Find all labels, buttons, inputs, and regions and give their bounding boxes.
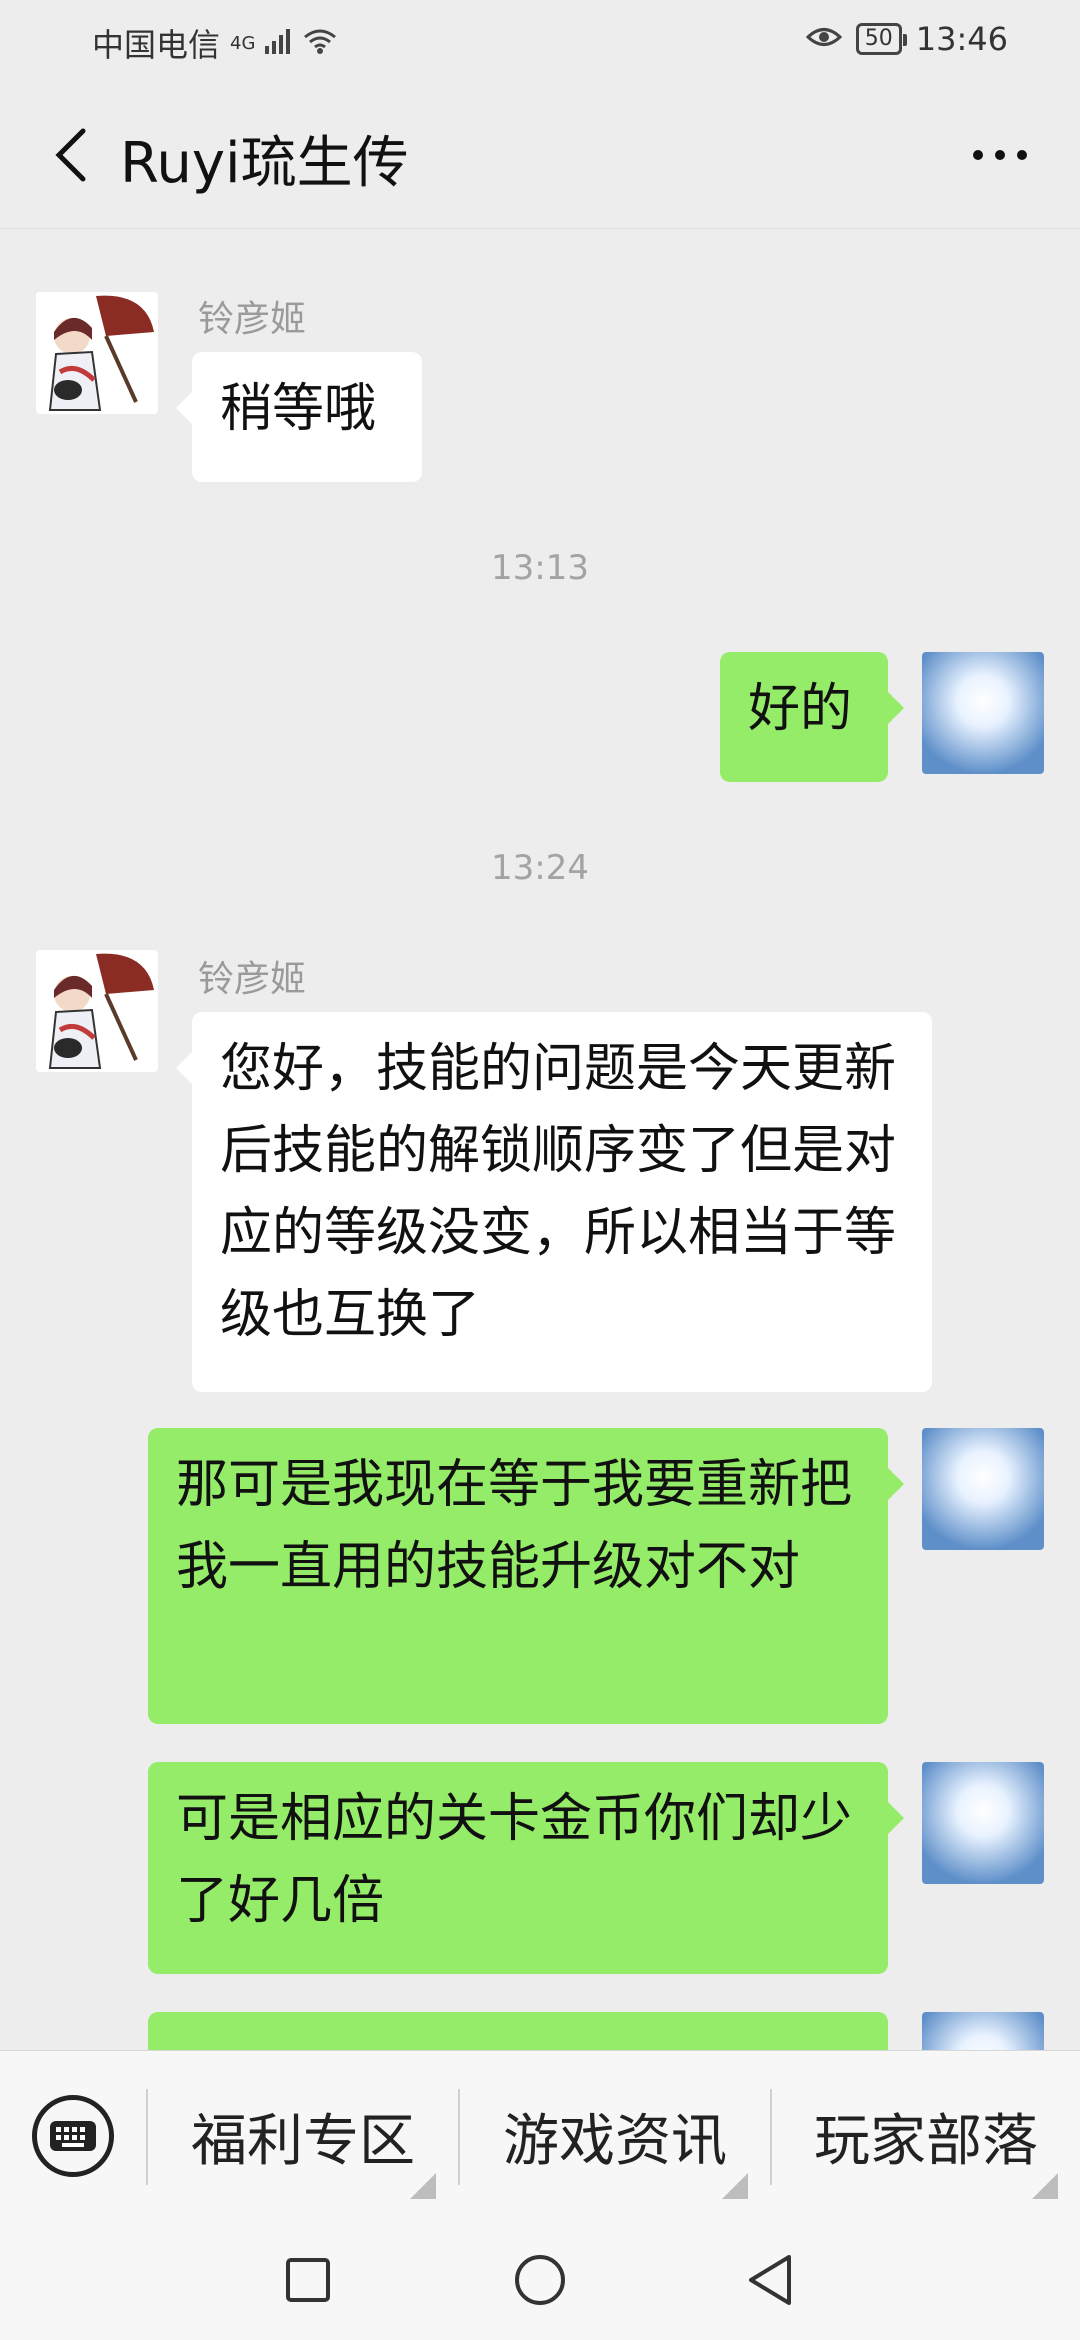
message-bubble-received[interactable]: 您好，技能的问题是今天更新后技能的解锁顺序变了但是对应的等级没变，所以相当于等级…: [176, 1012, 932, 1392]
chat-title: Ruyi琉生传: [120, 131, 409, 196]
chat-header: Ruyi琉生传: [0, 80, 1080, 229]
carrier-label: 中国电信: [92, 26, 221, 64]
message-bubble-sent[interactable]: 可是相应的关卡金币你们却少了好几倍: [148, 1762, 904, 1974]
signal-icon: [265, 24, 293, 62]
status-bar: 中国电信 4G 50 13:46: [0, 0, 1080, 80]
clock: 13:46: [915, 20, 1008, 58]
sender-name: 铃彦姬: [198, 299, 307, 340]
menu-item-welfare[interactable]: 福利专区: [148, 2051, 458, 2221]
more-dots-icon: [973, 150, 1027, 160]
my-avatar[interactable]: [922, 2012, 1044, 2050]
keyboard-toggle-button[interactable]: [32, 2095, 114, 2177]
sender-name: 铃彦姬: [198, 959, 307, 1000]
back-nav-button[interactable]: [740, 2250, 800, 2310]
eye-icon: [805, 20, 842, 58]
square-icon: [286, 2258, 330, 2302]
message-bubble-sent[interactable]: 好的: [720, 652, 904, 782]
message-bubble-sent-partial[interactable]: [148, 2012, 888, 2050]
timestamp: 13:13: [491, 548, 589, 588]
message-bubble-received[interactable]: 稍等哦: [176, 352, 422, 482]
home-button[interactable]: [510, 2250, 570, 2310]
menu-item-label: 游戏资讯: [503, 2108, 727, 2174]
circle-icon: [515, 2255, 565, 2305]
system-navigation-bar: [0, 2220, 1080, 2340]
my-avatar[interactable]: [922, 1762, 1044, 1884]
submenu-indicator-icon: [410, 2173, 436, 2199]
timestamp: 13:24: [491, 848, 589, 888]
chevron-left-icon: [55, 128, 86, 182]
message-bubble-sent[interactable]: 那可是我现在等于我要重新把我一直用的技能升级对不对: [148, 1428, 904, 1724]
sender-avatar[interactable]: [36, 950, 158, 1072]
keyboard-icon: [50, 2121, 96, 2151]
my-avatar[interactable]: [922, 1428, 1044, 1550]
triangle-back-icon: [749, 2255, 791, 2305]
menu-item-community[interactable]: 玩家部落: [772, 2051, 1080, 2221]
submenu-indicator-icon: [1032, 2173, 1058, 2199]
submenu-indicator-icon: [722, 2173, 748, 2199]
back-button[interactable]: [36, 120, 106, 190]
network-type: 4G: [230, 32, 256, 54]
wifi-icon: [303, 24, 337, 62]
my-avatar[interactable]: [922, 652, 1044, 774]
sender-avatar[interactable]: [36, 292, 158, 414]
menu-item-label: 福利专区: [191, 2108, 415, 2174]
message-list[interactable]: 铃彦姬 稍等哦 13:13 好的 13:24 铃彦姬 您好，技能的问题是今天更新…: [0, 228, 1080, 2050]
recent-apps-button[interactable]: [278, 2250, 338, 2310]
service-menu-bar: 福利专区 游戏资讯 玩家部落: [0, 2050, 1080, 2221]
battery-icon: 50: [855, 23, 907, 55]
menu-item-label: 玩家部落: [814, 2108, 1038, 2174]
more-options-button[interactable]: [960, 120, 1040, 190]
menu-item-news[interactable]: 游戏资讯: [460, 2051, 770, 2221]
